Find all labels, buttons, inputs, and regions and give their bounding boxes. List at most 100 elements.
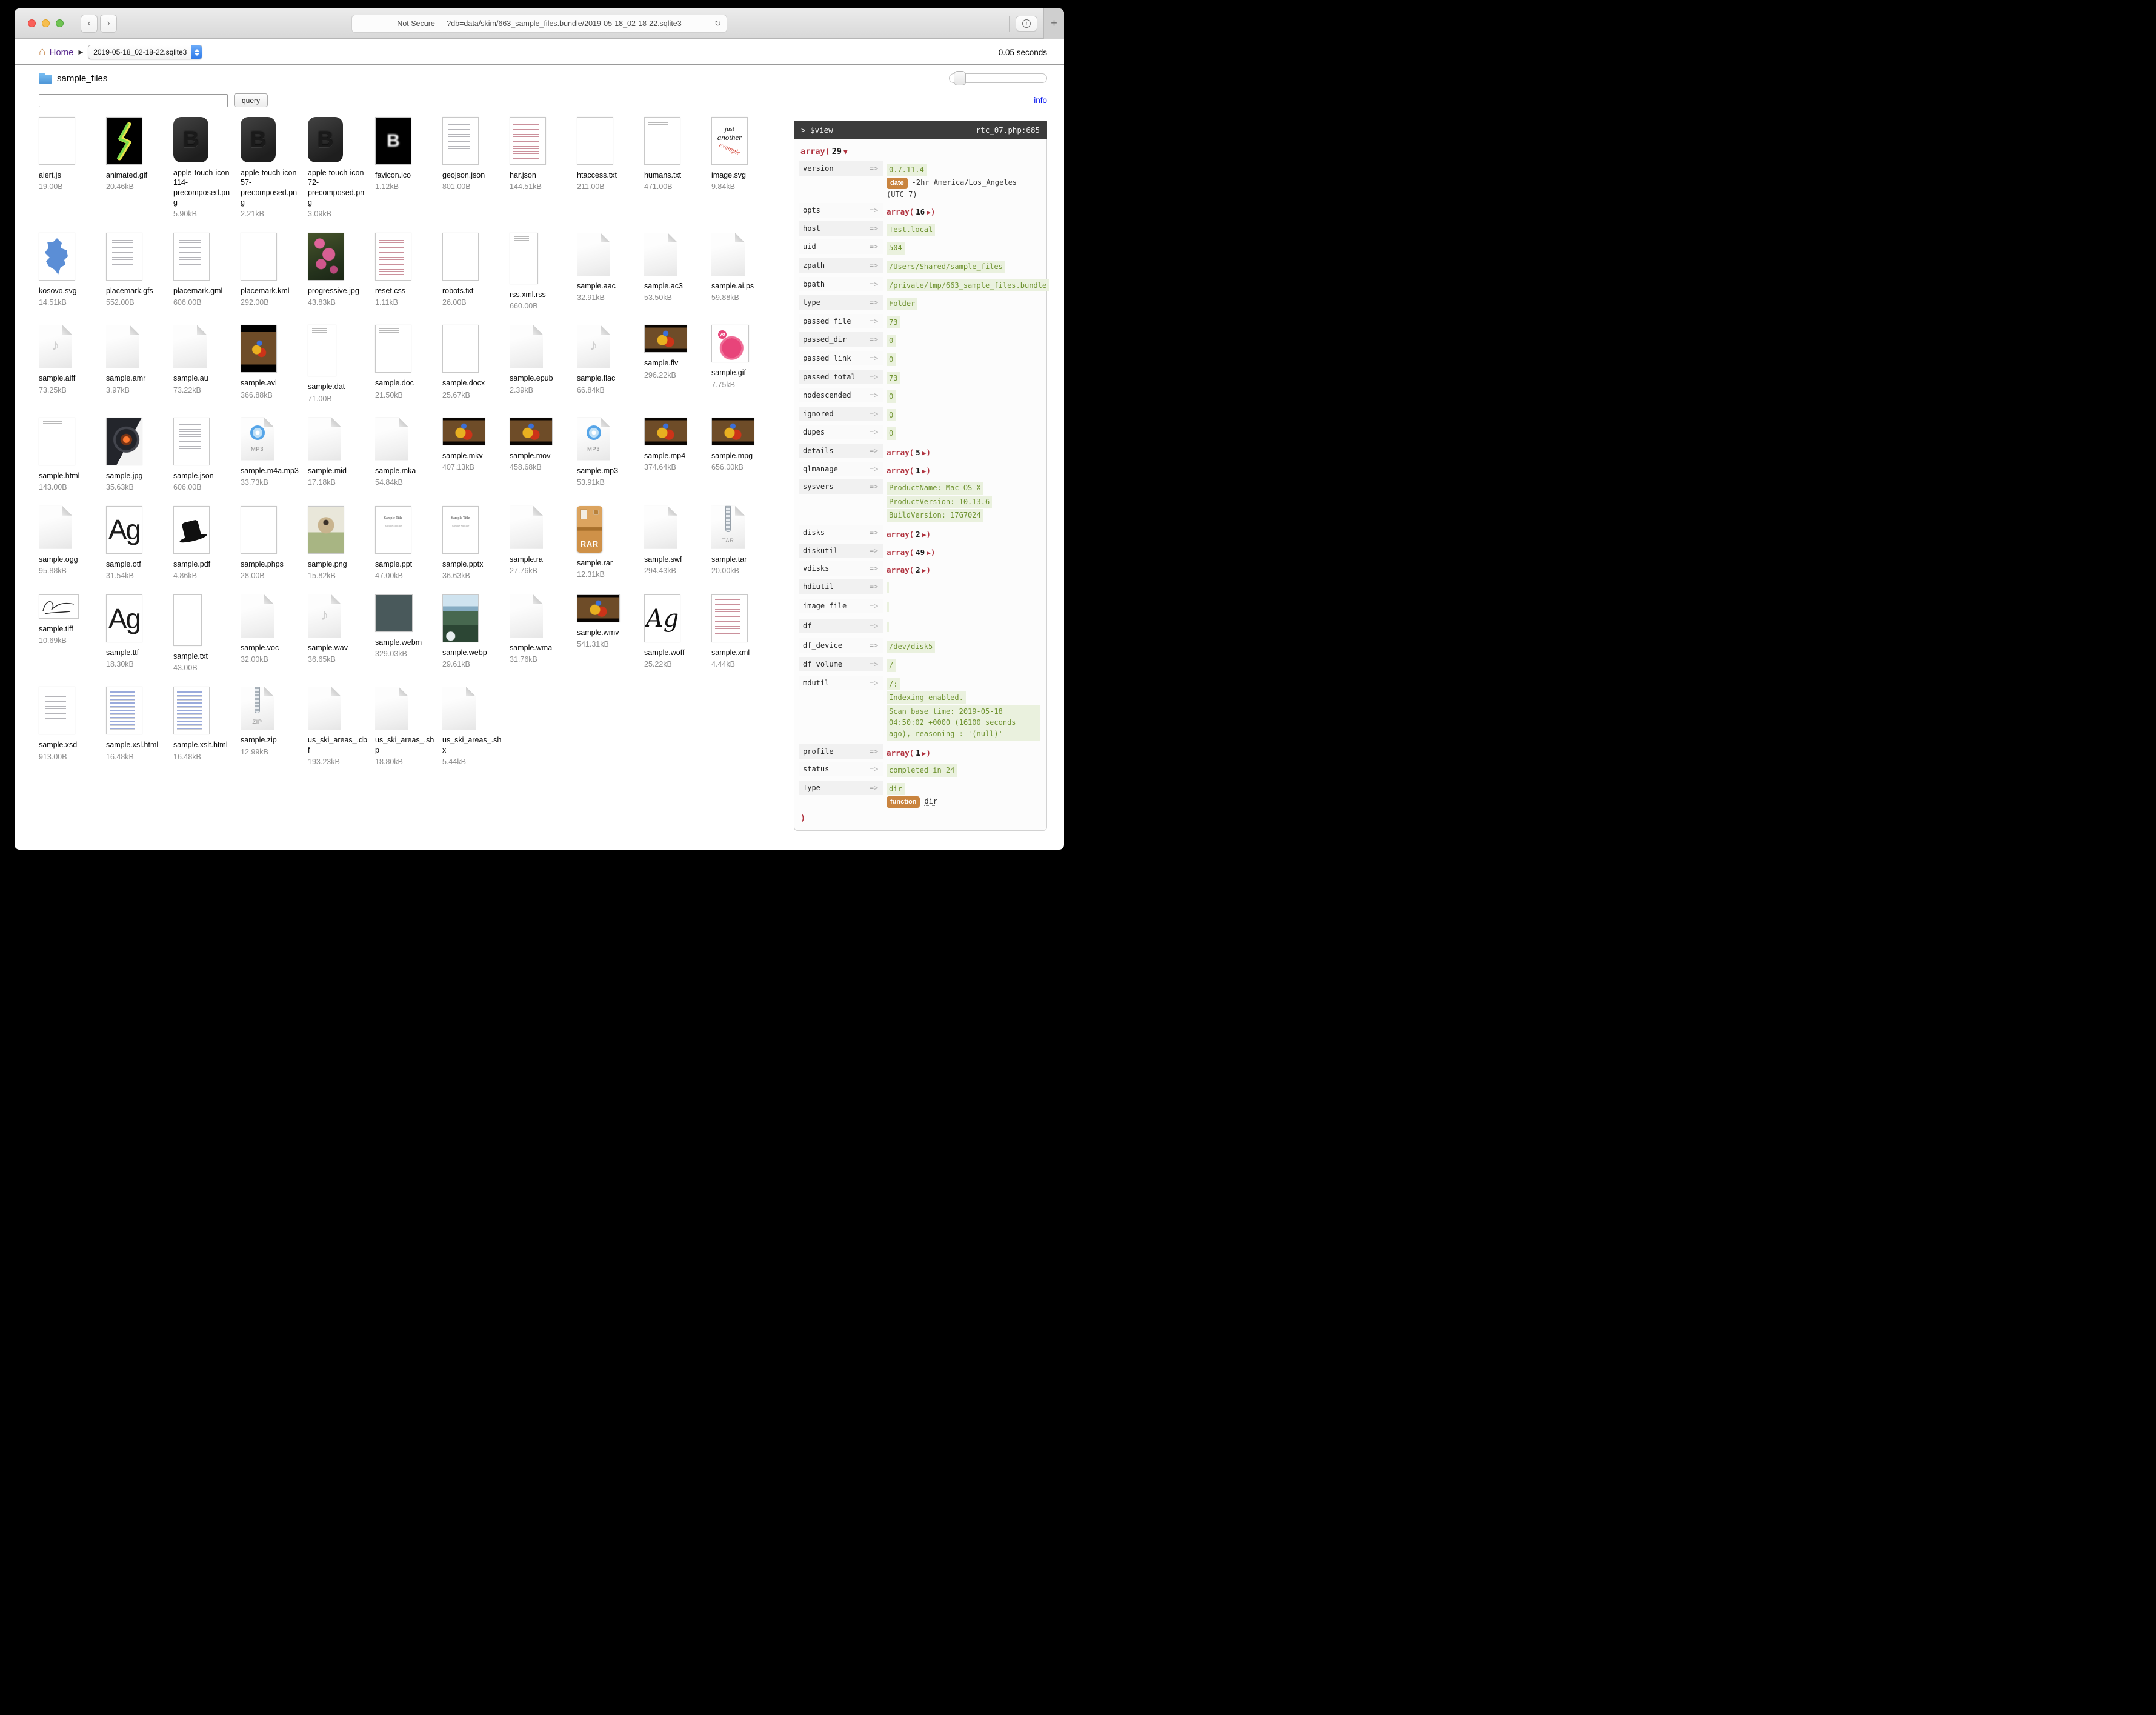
- file-thumbnail[interactable]: [106, 233, 142, 281]
- address-bar[interactable]: Not Secure — ?db=data/skim/663_sample_fi…: [351, 15, 727, 33]
- share-info-button[interactable]: i: [1016, 16, 1037, 32]
- file-item[interactable]: us_ski_areas_.shp18.80kB: [375, 687, 442, 766]
- file-name[interactable]: placemark.gml: [173, 286, 234, 296]
- file-name[interactable]: sample.mka: [375, 466, 436, 476]
- file-name[interactable]: rss.xml.rss: [510, 290, 570, 299]
- file-name[interactable]: sample.ra: [510, 554, 570, 564]
- inspector-row[interactable]: passed_dir=>0: [799, 332, 1040, 350]
- file-name[interactable]: sample.gif: [711, 368, 772, 378]
- file-thumbnail[interactable]: [375, 233, 411, 281]
- file-item[interactable]: sample.json606.00B: [173, 418, 241, 491]
- file-name[interactable]: sample.tar: [711, 554, 772, 564]
- inspector-root-array[interactable]: array(29▼: [800, 147, 1040, 156]
- file-item[interactable]: yosample.gif7.75kB: [711, 325, 779, 388]
- file-thumbnail[interactable]: [442, 233, 479, 281]
- file-name[interactable]: sample.amr: [106, 373, 167, 383]
- file-item[interactable]: reset.css1.11kB: [375, 233, 442, 307]
- file-thumbnail[interactable]: [711, 418, 754, 445]
- file-item[interactable]: sample.ac353.50kB: [644, 233, 711, 302]
- file-thumbnail[interactable]: Sample TitleSample Subtitle: [375, 506, 411, 554]
- file-item[interactable]: sample.pdf4.86kB: [173, 506, 241, 580]
- file-thumbnail[interactable]: [39, 687, 75, 734]
- file-name[interactable]: sample.phps: [241, 559, 301, 569]
- file-name[interactable]: sample.aac: [577, 281, 637, 291]
- file-name[interactable]: sample.wav: [308, 643, 368, 653]
- file-thumbnail[interactable]: [308, 687, 341, 730]
- minimize-window-button[interactable]: [42, 19, 50, 27]
- inspector-row[interactable]: hdiutil=>: [799, 579, 1040, 598]
- inspector-row[interactable]: profile=>array(1▶): [799, 744, 1040, 761]
- file-thumbnail[interactable]: [173, 325, 207, 368]
- inspector-nested-array[interactable]: array(1▶): [887, 465, 931, 476]
- inspector-row[interactable]: Type=>dirfunctiondir: [799, 781, 1040, 810]
- file-name[interactable]: geojson.json: [442, 170, 503, 180]
- reload-icon[interactable]: ↻: [714, 19, 721, 28]
- file-item[interactable]: sample.png15.82kB: [308, 506, 375, 580]
- file-name[interactable]: apple-touch-icon-57-precomposed.png: [241, 168, 301, 207]
- file-name[interactable]: favicon.ico: [375, 170, 436, 180]
- file-thumbnail[interactable]: Ag: [106, 594, 142, 642]
- query-input[interactable]: [39, 94, 228, 107]
- expand-caret-icon[interactable]: ▶: [927, 208, 931, 216]
- inspector-nested-array[interactable]: array(2▶): [887, 528, 931, 540]
- file-thumbnail[interactable]: [241, 233, 277, 281]
- file-thumbnail[interactable]: yo: [711, 325, 749, 362]
- file-thumbnail[interactable]: [173, 233, 210, 281]
- file-name[interactable]: sample.au: [173, 373, 234, 383]
- file-item[interactable]: sample.mpg656.00kB: [711, 418, 779, 471]
- file-item[interactable]: sample.txt43.00B: [173, 594, 241, 672]
- file-name[interactable]: sample.ttf: [106, 648, 167, 658]
- file-thumbnail[interactable]: Ag: [644, 594, 680, 642]
- forward-button[interactable]: ›: [100, 15, 117, 33]
- file-name[interactable]: sample.mp4: [644, 451, 705, 461]
- file-item[interactable]: placemark.gml606.00B: [173, 233, 241, 307]
- inspector-nested-array[interactable]: array(5▶): [887, 447, 931, 458]
- file-item[interactable]: sample.xslt.html16.48kB: [173, 687, 241, 761]
- file-name[interactable]: sample.mov: [510, 451, 570, 461]
- file-item[interactable]: sample.amr3.97kB: [106, 325, 173, 394]
- file-item[interactable]: us_ski_areas_.dbf193.23kB: [308, 687, 375, 766]
- file-name[interactable]: sample.aiff: [39, 373, 99, 383]
- app-icon-thumbnail[interactable]: B: [308, 117, 343, 162]
- zoom-window-button[interactable]: [56, 19, 64, 27]
- inspector-row[interactable]: disks=>array(2▶): [799, 525, 1040, 542]
- file-thumbnail[interactable]: [106, 687, 142, 734]
- file-item[interactable]: Agsample.ttf18.30kB: [106, 594, 173, 668]
- file-name[interactable]: sample.rar: [577, 558, 637, 568]
- file-name[interactable]: sample.xml: [711, 648, 772, 658]
- inspector-row[interactable]: dupes=>0: [799, 425, 1040, 442]
- file-thumbnail[interactable]: MP3: [241, 418, 274, 461]
- inspector-row[interactable]: passed_file=>73: [799, 314, 1040, 331]
- file-item[interactable]: sample.aac32.91kB: [577, 233, 644, 302]
- file-thumbnail[interactable]: [644, 117, 680, 165]
- file-item[interactable]: sample.xsl.html16.48kB: [106, 687, 173, 761]
- file-item[interactable]: Bapple-touch-icon-57-precomposed.png2.21…: [241, 117, 308, 218]
- file-name[interactable]: sample.docx: [442, 378, 503, 388]
- file-name[interactable]: sample.doc: [375, 378, 436, 388]
- file-item[interactable]: sample.webp29.61kB: [442, 594, 510, 668]
- file-name[interactable]: sample.flv: [644, 358, 705, 368]
- file-thumbnail[interactable]: [308, 418, 341, 461]
- file-thumbnail[interactable]: [39, 233, 75, 281]
- file-item[interactable]: sample.ai.ps59.88kB: [711, 233, 779, 302]
- file-thumbnail[interactable]: [577, 117, 613, 165]
- file-name[interactable]: sample.flac: [577, 373, 637, 383]
- file-item[interactable]: us_ski_areas_.shx5.44kB: [442, 687, 510, 766]
- file-thumbnail[interactable]: [442, 594, 479, 642]
- file-item[interactable]: sample.mov458.68kB: [510, 418, 577, 471]
- file-name[interactable]: sample.webm: [375, 638, 436, 647]
- file-thumbnail[interactable]: [308, 325, 336, 376]
- file-item[interactable]: sample.ra27.76kB: [510, 506, 577, 575]
- file-thumbnail[interactable]: [442, 325, 479, 373]
- file-item[interactable]: sample.flv296.22kB: [644, 325, 711, 379]
- file-thumbnail[interactable]: [711, 233, 745, 276]
- app-icon-thumbnail[interactable]: B: [173, 117, 208, 162]
- file-thumbnail[interactable]: ♪: [308, 594, 341, 638]
- file-item[interactable]: kosovo.svg14.51kB: [39, 233, 106, 307]
- file-name[interactable]: sample.swf: [644, 554, 705, 564]
- file-thumbnail[interactable]: [644, 506, 677, 549]
- file-name[interactable]: sample.html: [39, 471, 99, 481]
- file-name[interactable]: sample.wmv: [577, 628, 637, 638]
- file-item[interactable]: Bfavicon.ico1.12kB: [375, 117, 442, 191]
- file-item[interactable]: sample.dat71.00B: [308, 325, 375, 402]
